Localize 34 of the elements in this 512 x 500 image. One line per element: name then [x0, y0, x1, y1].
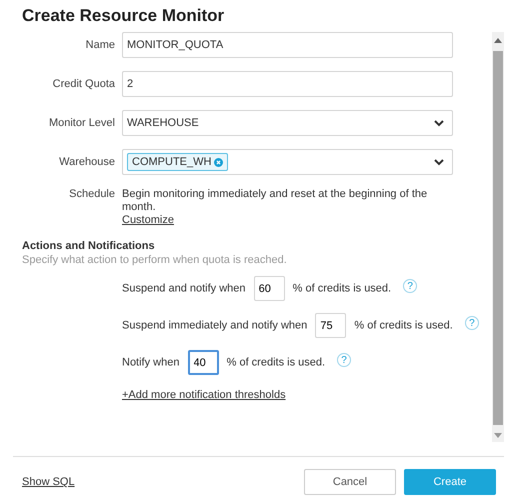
tag-chip: COMPUTE_WH: [127, 153, 228, 171]
scrollbar[interactable]: [492, 32, 504, 442]
field-label: Credit Quota: [52, 78, 115, 90]
section-description: Specify what action to perform when quota is reached.: [22, 254, 288, 266]
threshold-label: % of credits is used.: [292, 282, 392, 294]
scroll-down-icon[interactable]: [494, 433, 502, 438]
remove-icon[interactable]: [214, 158, 224, 166]
percent-field[interactable]: 40: [188, 350, 219, 375]
chevron-down-icon: [434, 120, 444, 126]
field-label: Name: [84, 39, 115, 51]
chevron-down-icon: [434, 158, 444, 166]
input-field[interactable]: MONITOR_QUOTA: [122, 32, 453, 58]
add-thresholds-link[interactable]: +Add more notification thresholds: [122, 389, 286, 401]
select-field[interactable]: WAREHOUSE: [122, 110, 453, 136]
threshold-label: Suspend immediately and notify when: [122, 319, 308, 332]
percent-field[interactable]: 75: [315, 313, 346, 338]
select-field[interactable]: COMPUTE_WH: [122, 149, 453, 175]
cancel-button[interactable]: Cancel: [304, 469, 396, 495]
dialog-title: Create Resource Monitor: [21, 5, 226, 27]
threshold-label: % of credits is used.: [226, 356, 326, 368]
scrollbar-thumb[interactable]: [493, 51, 503, 425]
schedule-text: Begin monitoring immediately and reset at the beginning of the month.: [122, 188, 428, 214]
threshold-label: Suspend and notify when: [122, 282, 246, 294]
customize-link[interactable]: Customize: [122, 214, 174, 226]
field-label: Warehouse: [58, 156, 115, 168]
threshold-label: % of credits is used.: [354, 319, 453, 332]
scroll-up-icon[interactable]: [494, 38, 502, 43]
field-label: Schedule: [68, 188, 115, 200]
field-label: Monitor Level: [48, 117, 115, 129]
section-heading: Actions and Notifications: [22, 240, 156, 252]
show-sql-link[interactable]: Show SQL: [22, 476, 75, 488]
input-field[interactable]: 2: [122, 71, 453, 97]
percent-field[interactable]: 60: [254, 276, 285, 301]
threshold-label: Notify when: [122, 356, 180, 368]
